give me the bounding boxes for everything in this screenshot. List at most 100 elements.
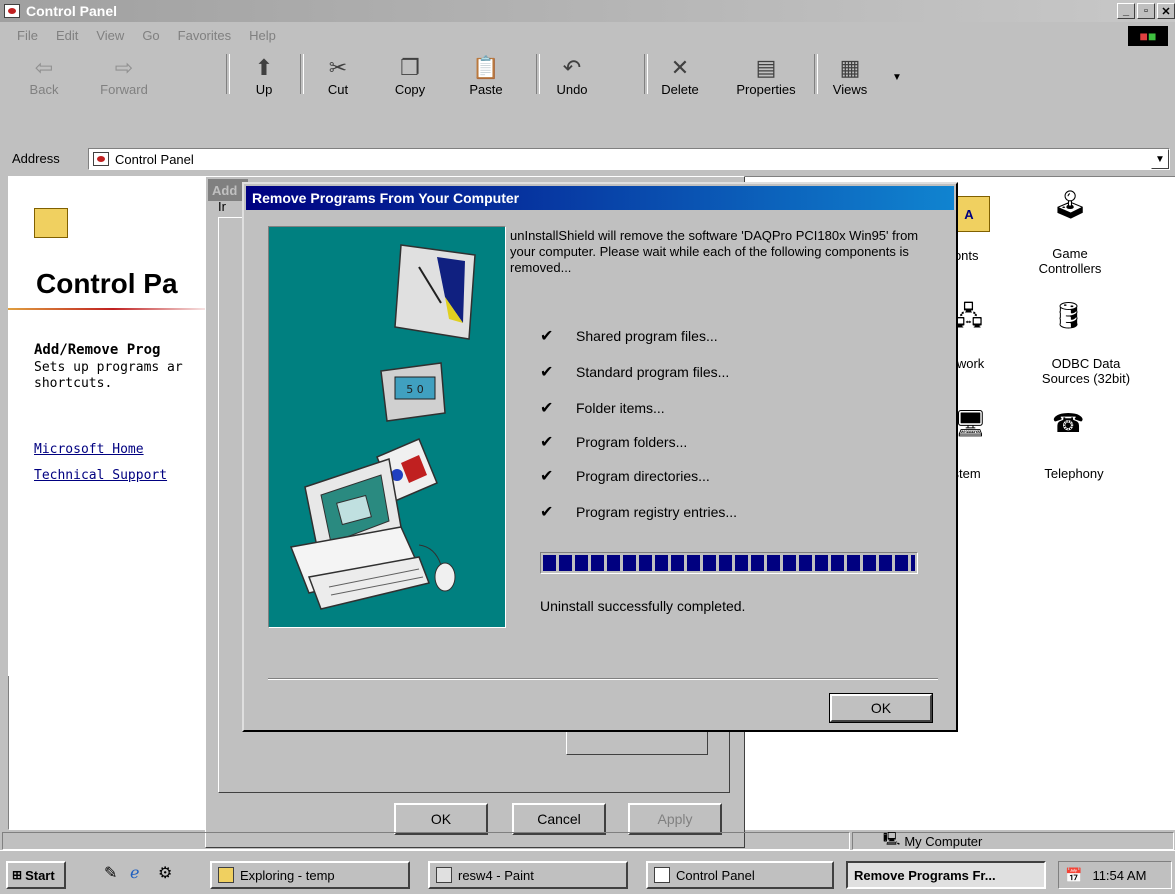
telephony-icon[interactable]: ☎ (1052, 408, 1088, 448)
paint-icon (436, 867, 452, 883)
forward-label: Forward (100, 82, 148, 97)
paste-button[interactable]: 📋 Paste (456, 54, 516, 97)
step-label: Standard program files... (576, 364, 730, 380)
taskbar: ⊞ Start ✎ ℯ ⚙ Exploring - temp resw4 - P… (0, 850, 1175, 894)
address-label: Address (12, 150, 60, 166)
status-location: My Computer (904, 833, 983, 849)
step-folder-items: ✔ Folder items... (540, 398, 665, 418)
uninstall-progress-bar (540, 552, 918, 574)
step-program-folders: ✔ Program folders... (540, 432, 687, 452)
menu-help[interactable]: Help (249, 28, 276, 43)
undo-label: Undo (556, 82, 588, 97)
up-label: Up (255, 82, 273, 97)
scheduler-icon[interactable]: 📅 (1065, 867, 1082, 884)
odbc-label[interactable]: ODBC Data Sources (32bit) (1026, 356, 1146, 386)
odbc-icon[interactable]: 🛢 (1052, 300, 1088, 340)
uninstall-illustration: 5 0 (268, 226, 506, 628)
address-dropdown-button[interactable]: ▼ (1151, 149, 1169, 169)
windows-flag-icon: ⊞ (12, 868, 23, 882)
views-dropdown-arrow-icon[interactable]: ▼ (892, 72, 902, 83)
copy-button[interactable]: ❐ Copy (380, 54, 440, 97)
toolbar-separator (644, 54, 648, 94)
close-button[interactable]: ✕ (1157, 3, 1175, 19)
address-field[interactable]: Control Panel ▼ (88, 148, 1170, 170)
menu-edit[interactable]: Edit (56, 28, 78, 43)
views-button[interactable]: ▦ Views (820, 54, 880, 97)
views-label: Views (832, 82, 868, 97)
system-tray: 📅 11:54 AM (1058, 861, 1172, 889)
toolbar-separator (226, 54, 230, 94)
menu-file[interactable]: File (17, 28, 38, 43)
maximize-button[interactable]: ▫ (1137, 3, 1155, 19)
bg-dialog-tab-install[interactable]: Ir (218, 199, 226, 214)
address-value: Control Panel (115, 151, 194, 167)
menu-bar: File Edit View Go Favorites Help (8, 24, 1118, 46)
window-title-bar[interactable]: Control Panel _ ▫ ✕ (0, 0, 1175, 22)
forward-arrow-icon: ⇨ (114, 55, 134, 80)
clock[interactable]: 11:54 AM (1092, 868, 1146, 883)
start-button[interactable]: ⊞ Start (6, 861, 66, 889)
up-button[interactable]: ⬆ Up (234, 54, 294, 97)
menu-favorites[interactable]: Favorites (178, 28, 231, 43)
dialog-title: Remove Programs From Your Computer (252, 190, 520, 206)
toolbar-separator (536, 54, 540, 94)
paste-label: Paste (469, 82, 503, 97)
step-label: Program folders... (576, 434, 688, 450)
status-bar: 🖳 My Computer (0, 830, 1175, 850)
copy-label: Copy (394, 82, 426, 97)
paste-icon: 📋 (472, 55, 500, 80)
cut-button[interactable]: ✂ Cut (308, 54, 368, 97)
menu-view[interactable]: View (96, 28, 124, 43)
microsoft-home-link[interactable]: Microsoft Home (34, 442, 144, 457)
uninstall-status: Uninstall successfully completed. (540, 598, 746, 614)
step-label: Folder items... (576, 400, 665, 416)
checkmark-icon: ✔ (540, 468, 554, 485)
task-exploring-temp[interactable]: Exploring - temp (210, 861, 410, 889)
back-label: Back (29, 82, 59, 97)
network-icon[interactable]: 🖧 (954, 298, 990, 338)
up-folder-icon: ⬆ (254, 55, 274, 80)
task-label: resw4 - Paint (458, 867, 534, 883)
checkmark-icon: ✔ (540, 328, 554, 345)
windows-logo-icon: ■ ■ (1128, 26, 1168, 46)
selected-item-title: Add/Remove Prog (34, 342, 161, 358)
undo-icon: ↶ (562, 55, 582, 80)
computer-illustration-icon: 5 0 (289, 244, 476, 610)
menu-go[interactable]: Go (142, 28, 159, 43)
channels-icon[interactable]: ⚙ (158, 863, 172, 883)
system-computer-icon[interactable]: 🖥 (954, 408, 990, 448)
task-control-panel[interactable]: Control Panel (646, 861, 834, 889)
dialog-title-bar[interactable]: Remove Programs From Your Computer (246, 186, 954, 210)
remove-programs-dialog: Remove Programs From Your Computer 5 0 u… (242, 182, 958, 732)
undo-button[interactable]: ↶ Undo (542, 54, 602, 97)
telephony-label[interactable]: Telephony (1034, 466, 1114, 481)
joystick-icon[interactable]: 🕹 (1052, 188, 1088, 224)
status-location-pane: 🖳 My Computer (852, 831, 1174, 850)
minimize-button[interactable]: _ (1117, 3, 1135, 19)
step-label: Program registry entries... (576, 504, 738, 520)
checkmark-icon: ✔ (540, 400, 554, 417)
properties-button[interactable]: ▤ Properties (726, 54, 806, 97)
dialog-message: unInstallShield will remove the software… (510, 228, 919, 275)
properties-label: Properties (736, 82, 796, 97)
back-button[interactable]: ⇦ Back (14, 54, 74, 97)
forward-button[interactable]: ⇨ Forward (94, 54, 154, 97)
panel-title: Control Pa (36, 268, 178, 299)
status-pane (2, 832, 850, 850)
bg-dialog-button[interactable] (566, 731, 708, 755)
step-program-directories: ✔ Program directories... (540, 466, 710, 486)
internet-explorer-icon[interactable]: ℯ (130, 863, 139, 883)
explorer-icon (218, 867, 234, 883)
toolbar-separator (814, 54, 818, 94)
task-paint[interactable]: resw4 - Paint (428, 861, 628, 889)
show-desktop-icon[interactable]: ✎ (104, 863, 117, 883)
address-bar: Address Control Panel ▼ (8, 146, 1175, 170)
control-panel-icon (93, 152, 109, 166)
ok-button[interactable]: OK (829, 693, 933, 723)
properties-icon: ▤ (755, 55, 777, 80)
technical-support-link[interactable]: Technical Support (34, 468, 167, 483)
game-controllers-label[interactable]: Game Controllers (1030, 246, 1110, 276)
task-remove-programs[interactable]: Remove Programs Fr... (846, 861, 1046, 889)
step-registry-entries: ✔ Program registry entries... (540, 502, 737, 522)
delete-button[interactable]: ✕ Delete (650, 54, 710, 97)
